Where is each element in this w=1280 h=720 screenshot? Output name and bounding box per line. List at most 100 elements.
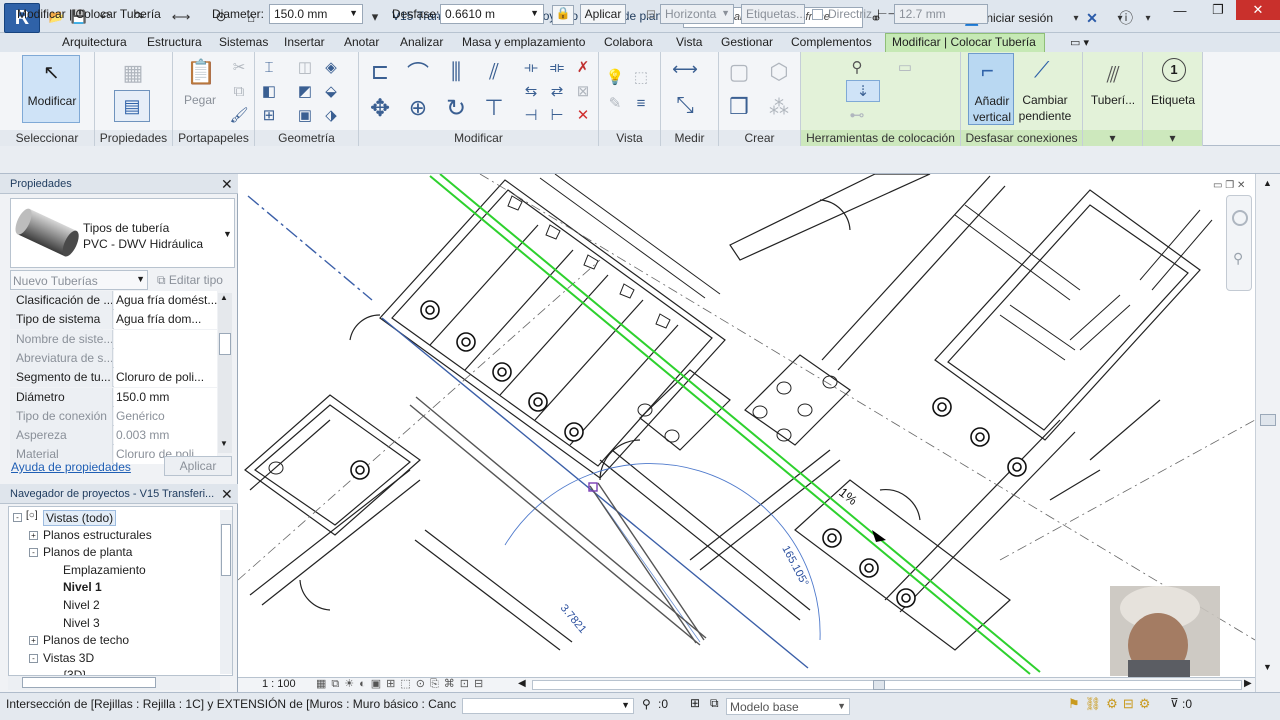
property-row[interactable]: Aspereza 0.003 mm xyxy=(10,426,217,446)
panel-tag-dropdown[interactable]: ▾ xyxy=(1143,130,1202,146)
hscroll-thumb[interactable] xyxy=(873,680,885,690)
tab-3[interactable]: Insertar xyxy=(284,35,325,49)
pin-icon[interactable]: ⊠ xyxy=(572,80,594,102)
tag-number-icon[interactable]: 1 xyxy=(1162,58,1186,82)
ignore-slope-icon[interactable]: ⊷ xyxy=(846,104,868,126)
tree-item[interactable]: + Planos estructurales xyxy=(9,527,232,545)
type-selector[interactable]: Tipos de tubería PVC - DWV Hidráulica ▼ xyxy=(10,198,235,268)
zoom-icon[interactable]: ⚲ xyxy=(1233,250,1243,267)
property-value[interactable]: 150.0 mm xyxy=(114,387,217,407)
tree-hscroll-thumb[interactable] xyxy=(22,677,156,688)
property-row[interactable]: Tipo de conexión Genérico xyxy=(10,406,217,426)
pin-wall-icon[interactable]: ⬗ xyxy=(320,104,342,126)
collapse-icon[interactable]: - xyxy=(13,513,22,522)
property-row[interactable]: Nombre de siste... xyxy=(10,329,217,349)
tab-9[interactable]: Gestionar xyxy=(721,35,773,49)
tree-hscrollbar[interactable] xyxy=(8,676,220,690)
thin-lines-view-icon[interactable]: ≡ xyxy=(630,92,652,114)
measure-icon[interactable]: ⟷ xyxy=(172,8,191,26)
property-row[interactable]: Abreviatura de s... xyxy=(10,348,217,368)
mirror-axis-icon[interactable]: ⫼ xyxy=(442,58,470,86)
tree-item[interactable]: {3D} xyxy=(9,667,232,675)
change-slope-button[interactable]: ⟋ Cambiar pendiente xyxy=(1018,53,1072,125)
tags-button[interactable]: Etiquetas... xyxy=(741,4,806,24)
rotate-icon[interactable]: ↻ xyxy=(442,94,470,122)
floor-plan[interactable]: 1% 165.105° 3.7821 xyxy=(238,174,1255,677)
property-row[interactable]: Segmento de tu... Cloruro de poli... xyxy=(10,368,217,388)
workset-icon[interactable]: ⧉ xyxy=(710,696,719,711)
panel-pipe-dropdown[interactable]: ▾ xyxy=(1083,130,1142,146)
justification-select[interactable]: Horizonta ▼ xyxy=(660,4,734,24)
tree-item[interactable]: Nivel 1 xyxy=(9,579,232,597)
measure-between-icon[interactable]: ⟷ xyxy=(668,58,702,80)
copy-element-icon[interactable]: ⊕ xyxy=(404,94,432,122)
navigation-bar[interactable]: ⚲ xyxy=(1226,195,1252,291)
chevron-down-icon[interactable]: ▾ xyxy=(1138,8,1158,28)
override-icon[interactable]: ⬚ xyxy=(630,66,652,88)
signin-button[interactable]: Iniciar sesión xyxy=(983,11,1053,25)
trim-multiple-icon[interactable]: ⇄ xyxy=(546,80,568,102)
chevron-left-icon[interactable]: ◀ xyxy=(518,678,526,689)
paste-icon[interactable]: 📋 xyxy=(186,56,216,88)
property-value[interactable]: Genérico xyxy=(114,406,217,426)
tag-label[interactable]: Etiqueta xyxy=(1146,93,1200,107)
property-value[interactable]: 0.003 mm xyxy=(114,426,217,446)
array-icon[interactable]: ⟚ xyxy=(546,56,568,78)
tab-8[interactable]: Vista xyxy=(676,35,702,49)
align-icon[interactable]: ⊏ xyxy=(366,58,394,86)
tree-item[interactable]: + Planos de techo xyxy=(9,632,232,650)
close-button[interactable]: ✕ xyxy=(1236,0,1280,20)
tab-11[interactable]: Modificar | Colocar Tubería xyxy=(892,35,1036,49)
editing-requests-icon[interactable]: ⚲ xyxy=(642,697,651,711)
mirror-draw-icon[interactable]: ⫽ xyxy=(480,58,508,86)
minimize-button[interactable]: — xyxy=(1160,0,1200,20)
tree-item[interactable]: - Vistas 3D xyxy=(9,650,232,668)
property-row[interactable]: Tipo de sistema Agua fría dom... xyxy=(10,310,217,330)
length-dimension[interactable]: 3.7821 xyxy=(558,602,589,635)
inherit-size-icon[interactable]: ⇣ xyxy=(846,80,880,102)
add-vertical-button[interactable]: ⌐ Añadir vertical xyxy=(968,53,1014,125)
lock-icon[interactable]: 🔒 xyxy=(552,5,574,25)
tab-0[interactable]: Arquitectura xyxy=(62,35,127,49)
tree-scroll-thumb[interactable] xyxy=(221,524,231,576)
steering-wheel-icon[interactable] xyxy=(1232,210,1248,226)
tab-4[interactable]: Anotar xyxy=(344,35,379,49)
cope-icon[interactable]: ⌶ xyxy=(258,56,280,78)
properties-scrollbar[interactable]: ▲ ▼ xyxy=(218,293,232,453)
instance-selector[interactable]: Nuevo Tuberías ▼ xyxy=(10,270,148,290)
tree-item[interactable]: - Vistas (todo) [○] xyxy=(9,509,232,527)
horizontal-scrollbar[interactable] xyxy=(532,680,1242,690)
chevron-right-icon[interactable]: ▶ xyxy=(1244,678,1252,689)
tree-item[interactable]: - Planos de planta xyxy=(9,544,232,562)
panel-label-select[interactable]: Seleccionar xyxy=(0,130,94,146)
modify-button[interactable]: ↖ Modificar xyxy=(22,55,80,123)
cut-icon[interactable]: ✂ xyxy=(228,56,250,78)
expand-icon[interactable]: + xyxy=(29,530,38,540)
create-parts-icon[interactable]: ⬡ xyxy=(764,58,794,86)
create-group-icon[interactable]: ❒ xyxy=(724,92,754,122)
tab-6[interactable]: Masa y emplazamiento xyxy=(462,35,585,49)
hide-icon[interactable]: 💡 xyxy=(604,66,626,88)
help-icon[interactable]: ⓘ xyxy=(1116,8,1136,28)
trim-extend-icon[interactable]: ⊤ xyxy=(480,94,508,122)
leader-checkbox[interactable] xyxy=(812,9,823,20)
scale-icon[interactable]: ⇆ xyxy=(520,80,542,102)
tab-2[interactable]: Sistemas xyxy=(219,35,268,49)
tab-5[interactable]: Analizar xyxy=(400,35,443,49)
properties-icon[interactable]: ▤ xyxy=(114,90,150,122)
property-value[interactable]: Agua fría dom... xyxy=(114,310,217,330)
property-row[interactable]: Diámetro 150.0 mm xyxy=(10,387,217,407)
maximize-button[interactable]: ❐ xyxy=(1198,0,1238,20)
linework-icon[interactable]: ✎ xyxy=(604,92,626,114)
selection-filter-icons[interactable]: ⚑⛓⚙⊟⚙ xyxy=(1068,696,1155,712)
copy-icon[interactable]: ⧉ xyxy=(228,80,250,102)
tree-scrollbar[interactable] xyxy=(220,510,232,674)
vertical-scrollbar[interactable]: ▲ ▼ xyxy=(1255,174,1280,692)
split-gap-icon[interactable]: ⊣ xyxy=(520,104,542,126)
inherit-elevation-icon[interactable]: ▭ xyxy=(894,56,916,78)
edit-type-button[interactable]: ⧉ Editar tipo xyxy=(157,273,223,288)
tree-item[interactable]: Emplazamiento xyxy=(9,562,232,580)
match-properties-icon[interactable]: 🖌 xyxy=(228,104,250,126)
property-value[interactable] xyxy=(114,348,217,368)
filter-icon[interactable]: ⊽ xyxy=(1170,696,1179,710)
